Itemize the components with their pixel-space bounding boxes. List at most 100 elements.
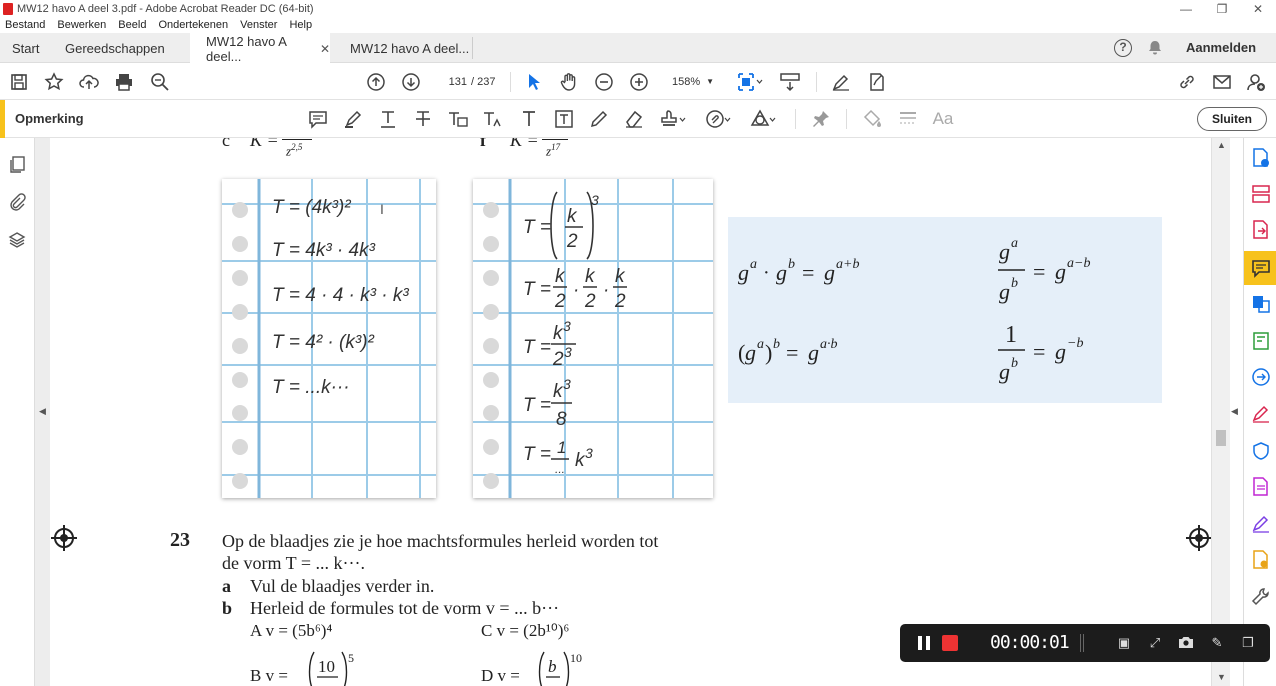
minimize-recorder-icon[interactable]: ❐ — [1240, 635, 1256, 651]
scroll-mode-icon[interactable] — [779, 71, 801, 93]
camera-icon[interactable] — [1178, 635, 1194, 651]
minimize-icon[interactable]: — — [1168, 0, 1204, 17]
strikethrough-icon[interactable] — [412, 108, 434, 130]
menu-venster[interactable]: Venster — [240, 19, 277, 31]
eraser-icon[interactable] — [623, 108, 645, 130]
close-comment-button[interactable]: Sluiten — [1197, 107, 1267, 131]
comment-tool-icon[interactable] — [1251, 258, 1271, 278]
scrollbar-thumb[interactable] — [1216, 430, 1226, 446]
tab-start[interactable]: Start — [12, 33, 39, 63]
insert-text-icon[interactable] — [482, 108, 504, 130]
more-tools-wrench-icon[interactable] — [1251, 587, 1271, 607]
send-for-review-icon[interactable] — [1251, 367, 1271, 387]
fullscreen-icon[interactable]: ⤢ — [1147, 635, 1163, 651]
zoom-in-icon[interactable] — [628, 71, 650, 93]
attach-file-icon[interactable] — [705, 108, 733, 130]
stop-record-icon[interactable] — [942, 635, 958, 651]
svg-text:=: = — [802, 260, 814, 285]
scroll-up-icon[interactable]: ▲ — [1217, 140, 1226, 150]
vertical-scrollbar[interactable]: ▲ ▼ — [1211, 138, 1230, 686]
share-link-icon[interactable] — [1176, 71, 1198, 93]
exercise-text-line-2: de vorm T = ... k···. — [222, 553, 365, 573]
highlight-icon[interactable] — [342, 108, 364, 130]
svg-text:2: 2 — [566, 231, 578, 252]
tab-close-icon[interactable]: ✕ — [320, 42, 330, 56]
pencil-draw-icon[interactable] — [588, 108, 610, 130]
page-thumbnails-icon[interactable] — [8, 156, 26, 174]
upload-cloud-icon[interactable] — [78, 71, 100, 93]
signin-button[interactable]: Aanmelden — [1186, 40, 1256, 55]
pdf-page[interactable]: c K = z2,5 f K = z17 T = (4k³)² T = 4k³ … — [50, 138, 1212, 686]
shapes-icon[interactable] — [750, 108, 778, 130]
annotate-pen-icon[interactable]: ✎ — [1209, 635, 1225, 651]
svg-text:g: g — [999, 359, 1010, 384]
tab-tools[interactable]: Gereedschappen — [65, 33, 165, 63]
protect-shield-icon[interactable] — [1251, 441, 1271, 461]
comment-toolbar: Opmerking Aa Sluiten — [0, 100, 1276, 138]
close-window-icon[interactable]: ✕ — [1240, 0, 1276, 17]
sign-request-icon[interactable] — [1251, 514, 1271, 534]
collapse-right-pane-icon[interactable]: ◀ — [1231, 406, 1238, 417]
fill-color-icon[interactable] — [862, 108, 884, 130]
replace-text-icon[interactable] — [447, 108, 469, 130]
select-cursor-icon[interactable] — [523, 71, 545, 93]
combine-files-icon[interactable] — [1251, 294, 1271, 314]
pause-icon[interactable] — [918, 636, 930, 650]
help-icon[interactable]: ? — [1114, 39, 1132, 57]
add-text-icon[interactable] — [518, 108, 540, 130]
menu-beeld[interactable]: Beeld — [118, 19, 146, 31]
pin-icon[interactable] — [810, 108, 832, 130]
menu-bestand[interactable]: Bestand — [5, 19, 45, 31]
save-icon[interactable] — [8, 71, 30, 93]
add-user-icon[interactable] — [1245, 71, 1267, 93]
fill-sign-icon[interactable] — [866, 71, 888, 93]
create-pdf-icon[interactable] — [1251, 148, 1271, 168]
edit-pdf-icon[interactable] — [1251, 331, 1271, 351]
zoom-level-select[interactable]: 158% ▼ — [662, 72, 720, 92]
hand-tool-icon[interactable] — [558, 71, 580, 93]
menu-bewerken[interactable]: Bewerken — [57, 19, 106, 31]
attachments-paperclip-icon[interactable] — [8, 193, 26, 211]
stamp-icon[interactable] — [660, 108, 688, 130]
sheet1-line-3: T = 4 · 4 · k³ · k³ — [272, 285, 409, 306]
sign-pen-icon[interactable] — [830, 71, 852, 93]
layers-icon[interactable] — [8, 231, 26, 249]
menu-ondertekenen[interactable]: Ondertekenen — [158, 19, 228, 31]
svg-text:g: g — [808, 340, 819, 365]
sticky-note-icon[interactable] — [307, 108, 329, 130]
underline-text-icon[interactable] — [377, 108, 399, 130]
zoom-out-icon[interactable] — [593, 71, 615, 93]
email-icon[interactable] — [1211, 71, 1233, 93]
document-form-icon[interactable] — [1251, 477, 1271, 497]
svg-text:3: 3 — [585, 445, 593, 461]
tab-document-active[interactable]: MW12 havo A deel... ✕ — [190, 33, 330, 64]
svg-text:k: k — [585, 266, 596, 287]
stamp-document-icon[interactable] — [1251, 550, 1271, 570]
organize-pages-icon[interactable] — [1251, 184, 1271, 204]
page-number-input[interactable]: 131 — [437, 72, 467, 92]
previous-page-icon[interactable] — [365, 71, 387, 93]
page-fit-icon[interactable] — [736, 71, 764, 93]
screenshot-region-icon[interactable]: ▣ — [1116, 635, 1132, 651]
bookmark-star-icon[interactable] — [43, 71, 65, 93]
line-style-icon[interactable] — [897, 108, 919, 130]
svg-text:8: 8 — [556, 409, 567, 430]
tab-document-2[interactable]: MW12 havo A deel... — [350, 33, 469, 63]
drag-handle[interactable] — [1080, 634, 1084, 652]
tab-divider — [472, 37, 473, 59]
menu-help[interactable]: Help — [289, 19, 312, 31]
restore-icon[interactable]: ❐ — [1204, 0, 1240, 17]
next-page-icon[interactable] — [400, 71, 422, 93]
font-size-icon[interactable]: Aa — [932, 108, 954, 130]
collapse-left-pane-icon[interactable]: ◀ — [39, 406, 46, 417]
notification-bell-icon[interactable] — [1147, 40, 1163, 56]
svg-text:·: · — [603, 280, 609, 301]
scroll-down-icon[interactable]: ▼ — [1217, 672, 1226, 682]
text-box-icon[interactable] — [553, 108, 575, 130]
export-pdf-icon[interactable] — [1251, 220, 1271, 240]
zoom-search-icon[interactable] — [149, 71, 171, 93]
svg-text:10: 10 — [570, 651, 582, 665]
svg-text:k: k — [615, 266, 626, 287]
fill-sign-pen-icon[interactable] — [1251, 404, 1271, 424]
print-icon[interactable] — [113, 71, 135, 93]
